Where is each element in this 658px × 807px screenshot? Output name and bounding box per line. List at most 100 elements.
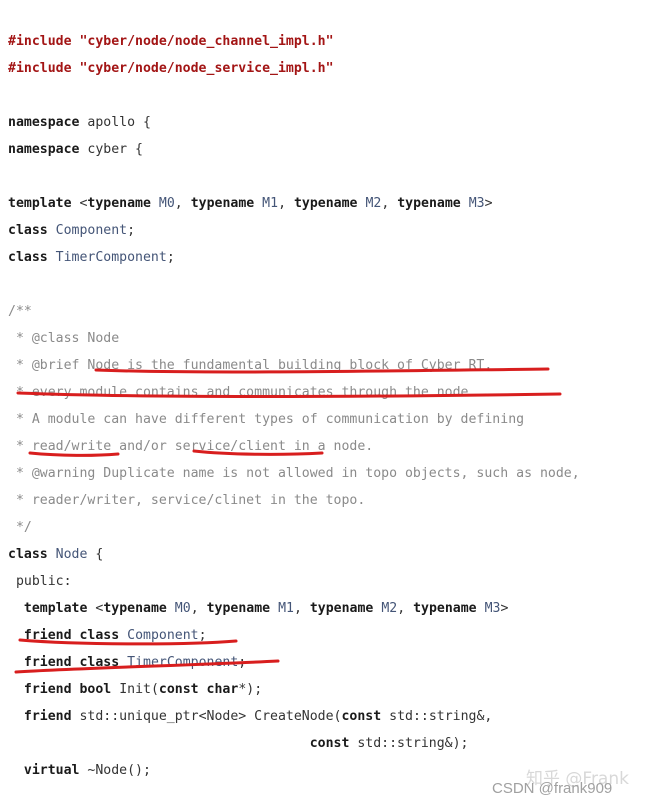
code-token: * @class Node (8, 331, 120, 346)
code-token: M1 (278, 601, 294, 616)
code-token: apollo { (79, 115, 151, 130)
code-line: const std::string&); (8, 730, 580, 757)
code-token: < (87, 601, 104, 616)
code-line: template <typename M0, typename M1, type… (8, 190, 580, 217)
code-token: const (158, 682, 199, 697)
code-token: ; (166, 250, 175, 265)
code-token: Component (127, 628, 199, 643)
code-token: const (309, 736, 350, 751)
code-line: namespace apollo { (8, 109, 580, 136)
code-token: namespace (8, 142, 80, 157)
code-token: { (87, 547, 104, 562)
code-token: * read/write and/or service/client in a … (8, 439, 374, 454)
code-line: friend class Component; (8, 622, 580, 649)
code-token: M3 (468, 196, 485, 211)
code-token: virtual (23, 763, 80, 778)
code-token: < (71, 196, 88, 211)
code-token: M1 (262, 196, 279, 211)
code-line: * @brief Node is the fundamental buildin… (8, 352, 580, 379)
code-token: class (8, 250, 48, 265)
code-token: , (278, 196, 294, 211)
code-line: public: (8, 568, 580, 595)
code-token: typename (413, 601, 477, 616)
code-token: std::string&); (349, 736, 469, 751)
code-token: , (397, 601, 414, 616)
code-token: *); (238, 682, 263, 697)
code-token: TimerComponent (127, 655, 239, 670)
code-token: typename (103, 601, 167, 616)
code-token: > (484, 196, 493, 211)
code-line: #include "cyber/node/node_service_impl.h… (8, 55, 580, 82)
code-line: */ (8, 514, 580, 541)
code-token: * reader/writer, service/clinet in the t… (8, 493, 366, 508)
code-token: friend (23, 682, 72, 697)
code-line: /** (8, 298, 580, 325)
code-token: * A module can have different types of c… (8, 412, 525, 427)
code-token: , (293, 601, 310, 616)
code-token: template (8, 196, 72, 211)
code-line: friend std::unique_ptr<Node> CreateNode(… (8, 703, 580, 730)
code-block: #include "cyber/node/node_channel_impl.h… (8, 28, 580, 784)
code-line: * read/write and/or service/client in a … (8, 433, 580, 460)
code-token: friend (23, 709, 72, 724)
code-token: public: (8, 574, 72, 589)
csdn-watermark: CSDN @frank909 (492, 780, 613, 797)
code-token: typename (87, 196, 151, 211)
code-token: M3 (484, 601, 501, 616)
code-line: * every module contains and communicates… (8, 379, 580, 406)
code-token: "cyber/node/node_service_impl.h" (79, 61, 334, 76)
code-token: friend (23, 655, 72, 670)
code-token: std::string&, (381, 709, 493, 724)
code-token: M0 (174, 601, 191, 616)
code-token: M0 (158, 196, 175, 211)
code-token: class (8, 223, 48, 238)
code-line: namespace cyber { (8, 136, 580, 163)
code-line: * @warning Duplicate name is not allowed… (8, 460, 580, 487)
code-token: typename (293, 196, 358, 211)
code-token: typename (397, 196, 461, 211)
code-token: , (190, 601, 207, 616)
code-token: ; (127, 223, 136, 238)
code-token: > (500, 601, 509, 616)
code-line: template <typename M0, typename M1, type… (8, 595, 580, 622)
code-token: typename (206, 601, 271, 616)
code-token: bool (79, 682, 112, 697)
code-token: class (79, 655, 120, 670)
code-line: friend class TimerComponent; (8, 649, 580, 676)
code-token: ; (198, 628, 207, 643)
code-token: class (79, 628, 120, 643)
code-token: Component (55, 223, 128, 238)
code-token: cyber { (79, 142, 143, 157)
code-token: typename (309, 601, 374, 616)
code-token: #include (8, 61, 80, 76)
code-token: char (206, 682, 239, 697)
code-token: template (23, 601, 88, 616)
code-token: "cyber/node/node_channel_impl.h" (79, 34, 334, 49)
code-token: Init( (111, 682, 159, 697)
code-token: namespace (8, 115, 80, 130)
code-token: Node (55, 547, 88, 562)
code-token: const (341, 709, 382, 724)
code-token: M2 (365, 196, 382, 211)
code-token: std::unique_ptr<Node> CreateNode( (71, 709, 342, 724)
code-token: class (8, 547, 48, 562)
code-token: */ (8, 520, 32, 535)
code-line: class Component; (8, 217, 580, 244)
code-token: , (381, 196, 398, 211)
code-token: typename (190, 196, 255, 211)
code-token: * every module contains and communicates… (8, 385, 477, 400)
